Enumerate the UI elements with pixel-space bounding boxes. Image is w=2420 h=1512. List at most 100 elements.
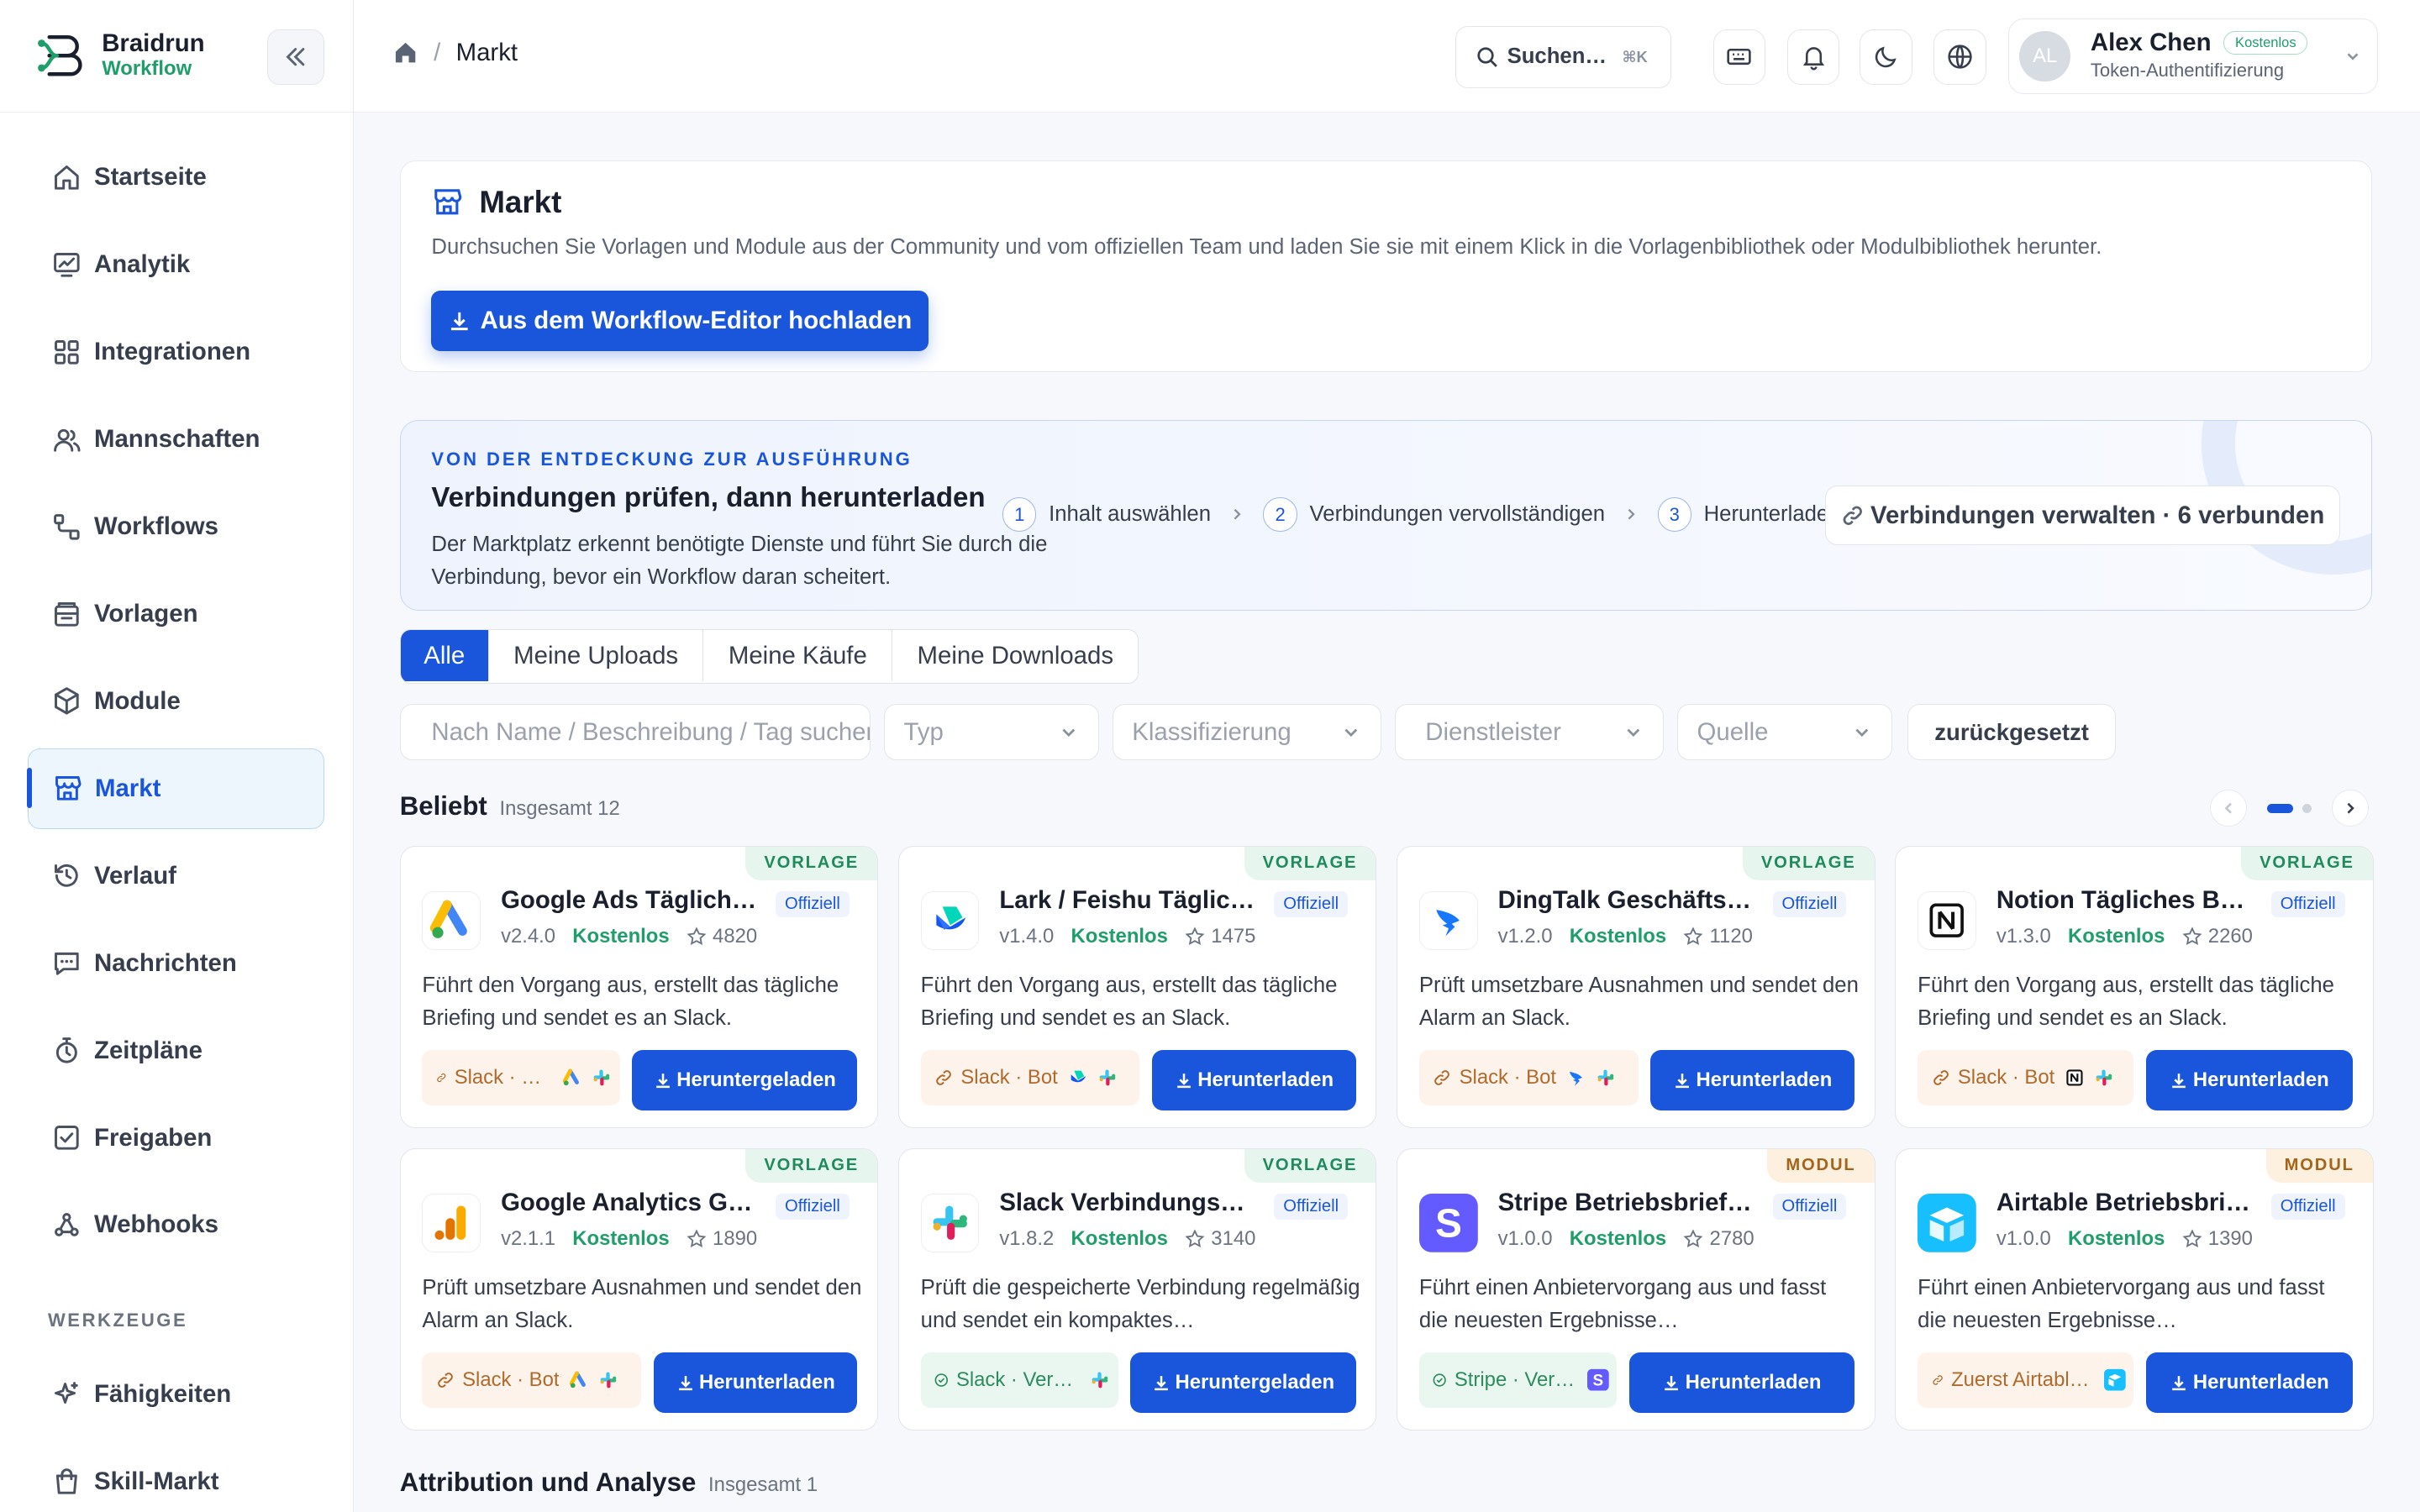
dependency-chip[interactable]: Zuerst Airtable verbinden — [1918, 1352, 2134, 1409]
market-card[interactable]: VORLAGE DingTalk Geschäftsalarm Offiziell v… — [1397, 845, 1876, 1128]
collapse-sidebar-button[interactable] — [266, 29, 324, 85]
user-menu[interactable]: AL Alex Chen Kostenlos Token-Authentifizi… — [2007, 18, 2379, 95]
dependency-chip[interactable]: Slack · Bot — [920, 1049, 1140, 1106]
download-label: Herunterladen — [2192, 1068, 2329, 1091]
carousel-prev-button[interactable] — [2210, 790, 2248, 827]
source-select[interactable]: Quelle — [1677, 703, 1892, 761]
download-button[interactable]: Herunterladen — [653, 1352, 858, 1413]
official-badge: Offiziell — [776, 890, 850, 917]
card-title[interactable]: Airtable Betriebsbriefing — [1996, 1189, 2256, 1217]
sidebar-item-check-square[interactable]: Freigaben — [28, 1098, 324, 1179]
reset-filters-button[interactable]: zurückgesetzt — [1907, 703, 2117, 761]
keyboard-button[interactable] — [1712, 29, 1766, 85]
star-icon — [687, 1229, 707, 1248]
language-button[interactable] — [1933, 29, 1986, 85]
download-button[interactable]: Herunterladen — [2145, 1352, 2354, 1413]
card-title[interactable]: DingTalk Geschäftsalarm — [1498, 886, 1758, 915]
download-button[interactable]: Herunterladen — [1628, 1352, 1854, 1413]
download-button[interactable]: Heruntergeladen — [1130, 1352, 1356, 1413]
flow-steps: 1 Inhalt auswählen 2 Verbindungen vervolls… — [1002, 497, 1841, 532]
dependency-chip[interactable]: Stripe · Verbunden S — [1418, 1352, 1617, 1409]
sidebar-item-timer[interactable]: Zeitpläne — [28, 1011, 324, 1091]
slack-icon — [1089, 1369, 1111, 1391]
tab-my-downloads[interactable]: Meine Downloads — [892, 630, 1138, 681]
sidebar-item-template[interactable]: Vorlagen — [28, 574, 324, 654]
download-button[interactable]: Heruntergeladen — [632, 1049, 858, 1110]
download-icon — [1676, 1073, 1689, 1088]
tab-all[interactable]: Alle — [400, 630, 488, 681]
flow-eyebrow: VON DER ENTDECKUNG ZUR AUSFÜHRUNG — [431, 448, 913, 470]
card-title[interactable]: Lark / Feishu Tägliches Briefing — [999, 886, 1259, 915]
dependency-chip[interactable]: Slack · Google Ads — [422, 1049, 620, 1106]
type-select[interactable]: Typ — [884, 703, 1099, 761]
market-card[interactable]: MODUL Airtable Betriebsbriefing Offiziell v… — [1895, 1147, 2374, 1431]
card-description: Prüft umsetzbare Ausnahmen und sendet de… — [1418, 974, 1859, 1030]
market-card[interactable]: MODUL S Stripe Betriebsbriefing Offiziell v1… — [1397, 1147, 1876, 1431]
sidebar-item-home[interactable]: Startseite — [28, 137, 324, 218]
market-card[interactable]: VORLAGE Slack Verbindungsmonitor Offiziell… — [897, 1147, 1377, 1431]
sidebar-item-bag[interactable]: Skill-Markt — [28, 1442, 324, 1512]
sidebar-item-grid[interactable]: Integrationen — [28, 312, 324, 392]
carousel-pager — [2210, 790, 2370, 827]
cube-icon — [54, 687, 79, 715]
official-badge: Offiziell — [2270, 1193, 2345, 1220]
upload-from-editor-button[interactable]: Aus dem Workflow-Editor hochladen — [431, 291, 929, 351]
price-label: Kostenlos — [572, 1227, 670, 1251]
sidebar-item-webhook[interactable]: Webhooks — [28, 1185, 324, 1266]
card-title[interactable]: Stripe Betriebsbriefing — [1498, 1189, 1758, 1217]
sidebar-item-chart[interactable]: Analytik — [28, 224, 324, 305]
search-button[interactable]: Suchen… ⌘K — [1455, 26, 1672, 88]
provider-select[interactable]: Dienstleister — [1395, 703, 1664, 761]
users-icon — [53, 428, 81, 452]
dependency-chip[interactable]: Slack · Bot — [422, 1352, 642, 1409]
dependency-label: Slack · Bot — [1957, 1065, 2055, 1089]
download-button[interactable]: Herunterladen — [1152, 1049, 1356, 1110]
version: v1.0.0 — [1996, 1227, 2051, 1251]
card-title[interactable]: Google Ads Tägliches Briefing — [501, 886, 760, 915]
step-label: Verbindungen vervollständigen — [1309, 502, 1606, 527]
card-description: Führt einen Anbietervorgang aus und fass… — [1418, 1276, 1827, 1332]
market-card[interactable]: VORLAGE Google Analytics Geschäftsalarm Of… — [399, 1147, 879, 1431]
sidebar-item-cube[interactable]: Module — [28, 661, 324, 742]
link-icon — [1843, 506, 1863, 525]
tab-my-uploads[interactable]: Meine Uploads — [487, 630, 703, 681]
price-label: Kostenlos — [1569, 925, 1667, 948]
chevron-down-icon — [2347, 53, 2359, 60]
card-title[interactable]: Notion Tägliches Betriebsbriefing — [1996, 886, 2256, 915]
search-input[interactable]: Nach Name / Beschreibung / Tag suchen — [399, 703, 871, 761]
market-card[interactable]: VORLAGE Google Ads Tägliches Briefing Offi… — [399, 845, 879, 1128]
carousel-next-button[interactable] — [2332, 790, 2370, 827]
sidebar-item-store[interactable]: Markt — [27, 748, 324, 829]
download-label: Herunterladen — [699, 1370, 835, 1394]
sidebar-item-sparkle[interactable]: Fähigkeiten — [28, 1355, 324, 1436]
download-button[interactable]: Herunterladen — [2145, 1049, 2354, 1110]
home-icon[interactable] — [392, 39, 418, 66]
tab-my-purchases[interactable]: Meine Käufe — [702, 630, 892, 681]
chevron-left-icon — [2224, 802, 2232, 814]
airtable-icon — [2104, 1369, 2127, 1391]
theme-toggle-button[interactable] — [1860, 29, 1912, 85]
download-icon — [678, 1375, 692, 1390]
market-card[interactable]: VORLAGE Lark / Feishu Tägliches Briefing O… — [897, 845, 1377, 1128]
sidebar-item-message[interactable]: Nachrichten — [28, 923, 324, 1004]
card-title[interactable]: Slack Verbindungsmonitor — [999, 1189, 1259, 1217]
classification-select[interactable]: Klassifizierung — [1113, 703, 1381, 761]
official-badge: Offiziell — [1274, 890, 1349, 917]
dependency-chip[interactable]: Slack · Bot — [1918, 1049, 2134, 1106]
notifications-button[interactable] — [1786, 29, 1840, 85]
manage-connections-button[interactable]: Verbindungen verwalten · 6 verbunden — [1824, 485, 2341, 546]
dependency-chip[interactable]: Slack · Verbunden — [920, 1352, 1118, 1409]
star-count: 1390 — [2207, 1227, 2253, 1251]
step-label: Herunterladen — [1703, 502, 1841, 527]
carousel-dot[interactable] — [2302, 803, 2312, 813]
carousel-dot-active[interactable] — [2267, 803, 2294, 813]
market-card[interactable]: VORLAGE Notion Tägliches Betriebsbriefing… — [1895, 845, 2374, 1128]
chevron-down-icon — [1855, 728, 1869, 737]
sidebar-section-title: WERKZEUGE — [47, 1310, 188, 1331]
sidebar-item-history[interactable]: Verlauf — [28, 836, 324, 916]
download-button[interactable]: Herunterladen — [1650, 1049, 1854, 1110]
dependency-chip[interactable]: Slack · Bot — [1418, 1049, 1639, 1106]
sidebar-item-workflow[interactable]: Workflows — [28, 486, 324, 567]
card-title[interactable]: Google Analytics Geschäftsalarm — [501, 1189, 760, 1217]
sidebar-item-users[interactable]: Mannschaften — [28, 399, 324, 480]
